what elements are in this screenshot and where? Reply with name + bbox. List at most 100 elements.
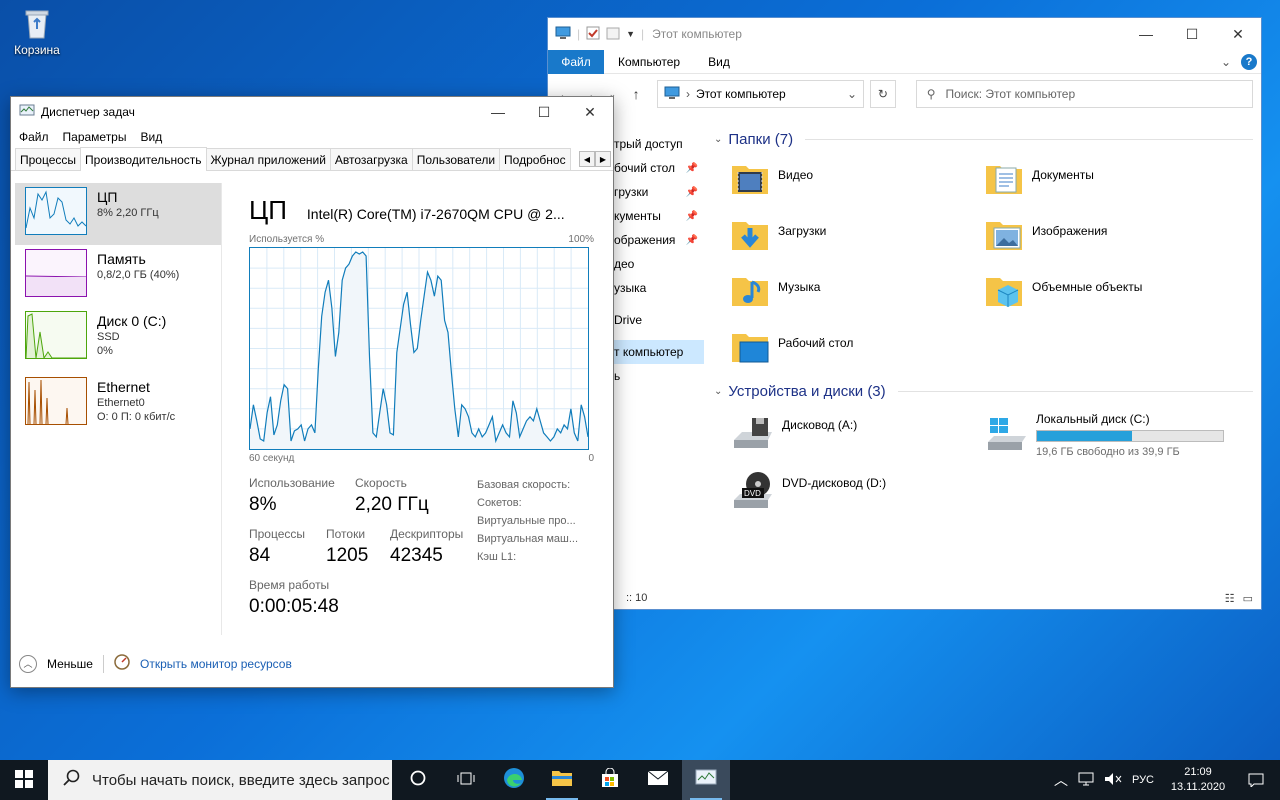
desktop-recycle-bin[interactable]: Корзина <box>2 6 72 57</box>
maximize-button[interactable]: ☐ <box>521 97 567 127</box>
menu-view[interactable]: Вид <box>140 130 162 144</box>
system-clock[interactable]: 21:09 13.11.2020 <box>1164 765 1232 795</box>
cpu-stats: Использование 8% Скорость 2,20 ГГц Проце… <box>249 476 594 636</box>
taskbar-search-box[interactable]: Чтобы начать поиск, введите здесь запрос <box>48 760 392 800</box>
refresh-button[interactable]: ↻ <box>870 80 896 108</box>
folder-documents[interactable]: Документы <box>984 156 1238 212</box>
cpu-specs: Базовая скорость: Сокетов: Виртуальные п… <box>477 476 578 566</box>
volume-muted-icon[interactable] <box>1104 772 1122 789</box>
folder-downloads[interactable]: Загрузки <box>730 212 984 268</box>
drive-usage-fill <box>1037 431 1132 441</box>
address-dropdown-icon[interactable]: ⌄ <box>847 87 857 101</box>
properties-icon[interactable] <box>586 26 600 43</box>
clock-time: 21:09 <box>1184 766 1212 778</box>
nav-item-label: део <box>614 257 635 271</box>
minimize-button[interactable]: — <box>475 97 521 127</box>
ribbon-file-tab[interactable]: Файл <box>548 49 604 74</box>
drive-dvd[interactable]: DVD DVD-дисковод (D:) <box>730 468 984 526</box>
minimize-button[interactable]: — <box>1123 18 1169 50</box>
close-button[interactable]: ✕ <box>1215 18 1261 50</box>
folder-label: Музыка <box>778 280 821 294</box>
tab-details[interactable]: Подробнос <box>499 148 571 170</box>
network-icon[interactable] <box>1078 772 1094 789</box>
spec-l1-cache: Кэш L1: <box>477 551 517 563</box>
stat-label: Потоки <box>326 527 366 541</box>
drive-local-c[interactable]: Локальный диск (C:) 19,6 ГБ свободно из … <box>984 410 1238 468</box>
task-manager-window[interactable]: Диспетчер задач — ☐ ✕ Файл Параметры Вид… <box>10 96 614 688</box>
cortana-button[interactable] <box>394 760 442 800</box>
menu-options[interactable]: Параметры <box>63 130 127 144</box>
resource-ethernet[interactable]: Ethernet Ethernet0 О: 0 П: 0 кбит/с <box>15 373 221 435</box>
pin-icon: 📌 <box>685 210 698 222</box>
show-hidden-icons-chevron-icon[interactable]: ︿ <box>1054 770 1068 790</box>
graph-y-max: 100% <box>568 234 594 245</box>
nav-item-label: кументы <box>614 209 661 223</box>
file-explorer-window[interactable]: | ▼ | Этот компьютер — ☐ ✕ Файл Компьюте… <box>547 17 1262 610</box>
resource-memory[interactable]: Память 0,8/2,0 ГБ (40%) <box>15 245 221 307</box>
drives-group-header[interactable]: ⌄ Устройства и диски (3) <box>708 380 1261 402</box>
nav-item-label: узыка <box>614 281 647 295</box>
explorer-search-placeholder: Поиск: Этот компьютер <box>945 87 1076 101</box>
resource-disk[interactable]: Диск 0 (C:) SSD 0% <box>15 307 221 369</box>
new-folder-icon[interactable] <box>606 26 620 43</box>
graph-y-label: Используется % <box>249 234 325 245</box>
folder-music[interactable]: Музыка <box>730 268 984 324</box>
explorer-titlebar[interactable]: | ▼ | Этот компьютер — ☐ ✕ <box>548 18 1261 50</box>
folder-3d-objects[interactable]: Объемные объекты <box>984 268 1238 324</box>
memory-thumbnail-graph <box>25 249 87 297</box>
address-box[interactable]: › Этот компьютер ⌄ <box>656 80 865 108</box>
task-manager-titlebar[interactable]: Диспетчер задач — ☐ ✕ <box>11 97 613 127</box>
tab-processes[interactable]: Процессы <box>15 148 82 170</box>
drive-floppy[interactable]: Дисковод (A:) <box>730 410 984 468</box>
folder-desktop[interactable]: Рабочий стол <box>730 324 984 380</box>
resource-name: Память <box>97 251 146 267</box>
tab-users[interactable]: Пользователи <box>411 148 501 170</box>
nav-item-label: Drive <box>614 313 643 327</box>
stat-value: 1205 <box>326 545 369 566</box>
task-manager-icon <box>695 769 717 792</box>
taskbar-task-manager[interactable] <box>682 760 730 800</box>
stat-label: Дескрипторы <box>390 527 464 541</box>
tab-startup[interactable]: Автозагрузка <box>329 148 413 170</box>
resource-detail-2: О: 0 П: 0 кбит/с <box>97 411 176 423</box>
details-view-icon[interactable]: ☷ <box>1225 592 1235 605</box>
tab-scroll-left-icon[interactable]: ◀ <box>579 151 595 167</box>
tab-scroll-right-icon[interactable]: ▶ <box>595 151 611 167</box>
resource-cpu[interactable]: ЦП 8% 2,20 ГГц <box>15 183 221 245</box>
tab-app-history[interactable]: Журнал приложений <box>205 148 331 170</box>
folder-label: Рабочий стол <box>778 336 854 350</box>
ribbon-expand-icon[interactable]: ⌄ <box>1221 55 1231 69</box>
open-resource-monitor-link[interactable]: Открыть монитор ресурсов <box>140 657 292 671</box>
help-icon[interactable]: ? <box>1241 53 1257 70</box>
ribbon-view-tab[interactable]: Вид <box>694 55 744 69</box>
close-button[interactable]: ✕ <box>567 97 613 127</box>
up-arrow-icon[interactable]: ↑ <box>627 86 645 102</box>
maximize-button[interactable]: ☐ <box>1169 18 1215 50</box>
dvd-badge-text: DVD <box>744 489 761 498</box>
taskbar-file-explorer[interactable] <box>538 760 586 800</box>
language-indicator[interactable]: РУС <box>1132 774 1154 786</box>
tab-performance[interactable]: Производительность <box>80 147 207 171</box>
large-icons-view-icon[interactable]: ▭ <box>1243 592 1253 605</box>
quick-access-dropdown-icon[interactable]: ▼ <box>626 29 635 39</box>
fewer-details-link[interactable]: Меньше <box>47 657 93 671</box>
drive-label: Дисковод (A:) <box>782 418 858 432</box>
ribbon-computer-tab[interactable]: Компьютер <box>604 55 694 69</box>
refresh-icon: ↻ <box>877 87 888 101</box>
taskbar-mail[interactable] <box>634 760 682 800</box>
notification-center-icon[interactable] <box>1242 773 1270 787</box>
folder-label: Объемные объекты <box>1032 280 1143 294</box>
folder-pictures[interactable]: Изображения <box>984 212 1238 268</box>
chevron-up-icon[interactable]: ︿ <box>19 654 37 673</box>
pin-icon: 📌 <box>685 162 698 174</box>
task-view-button[interactable] <box>442 760 490 800</box>
menu-file[interactable]: Файл <box>19 130 49 144</box>
explorer-search-input[interactable]: ⚲ Поиск: Этот компьютер <box>915 80 1253 108</box>
ethernet-thumbnail-graph <box>25 377 87 425</box>
taskbar-store[interactable] <box>586 760 634 800</box>
taskbar-edge[interactable] <box>490 760 538 800</box>
folders-group-header[interactable]: ⌄ Папки (7) <box>708 128 1261 150</box>
start-button[interactable] <box>0 760 48 800</box>
drive-label: DVD-дисковод (D:) <box>782 476 887 490</box>
folder-videos[interactable]: Видео <box>730 156 984 212</box>
